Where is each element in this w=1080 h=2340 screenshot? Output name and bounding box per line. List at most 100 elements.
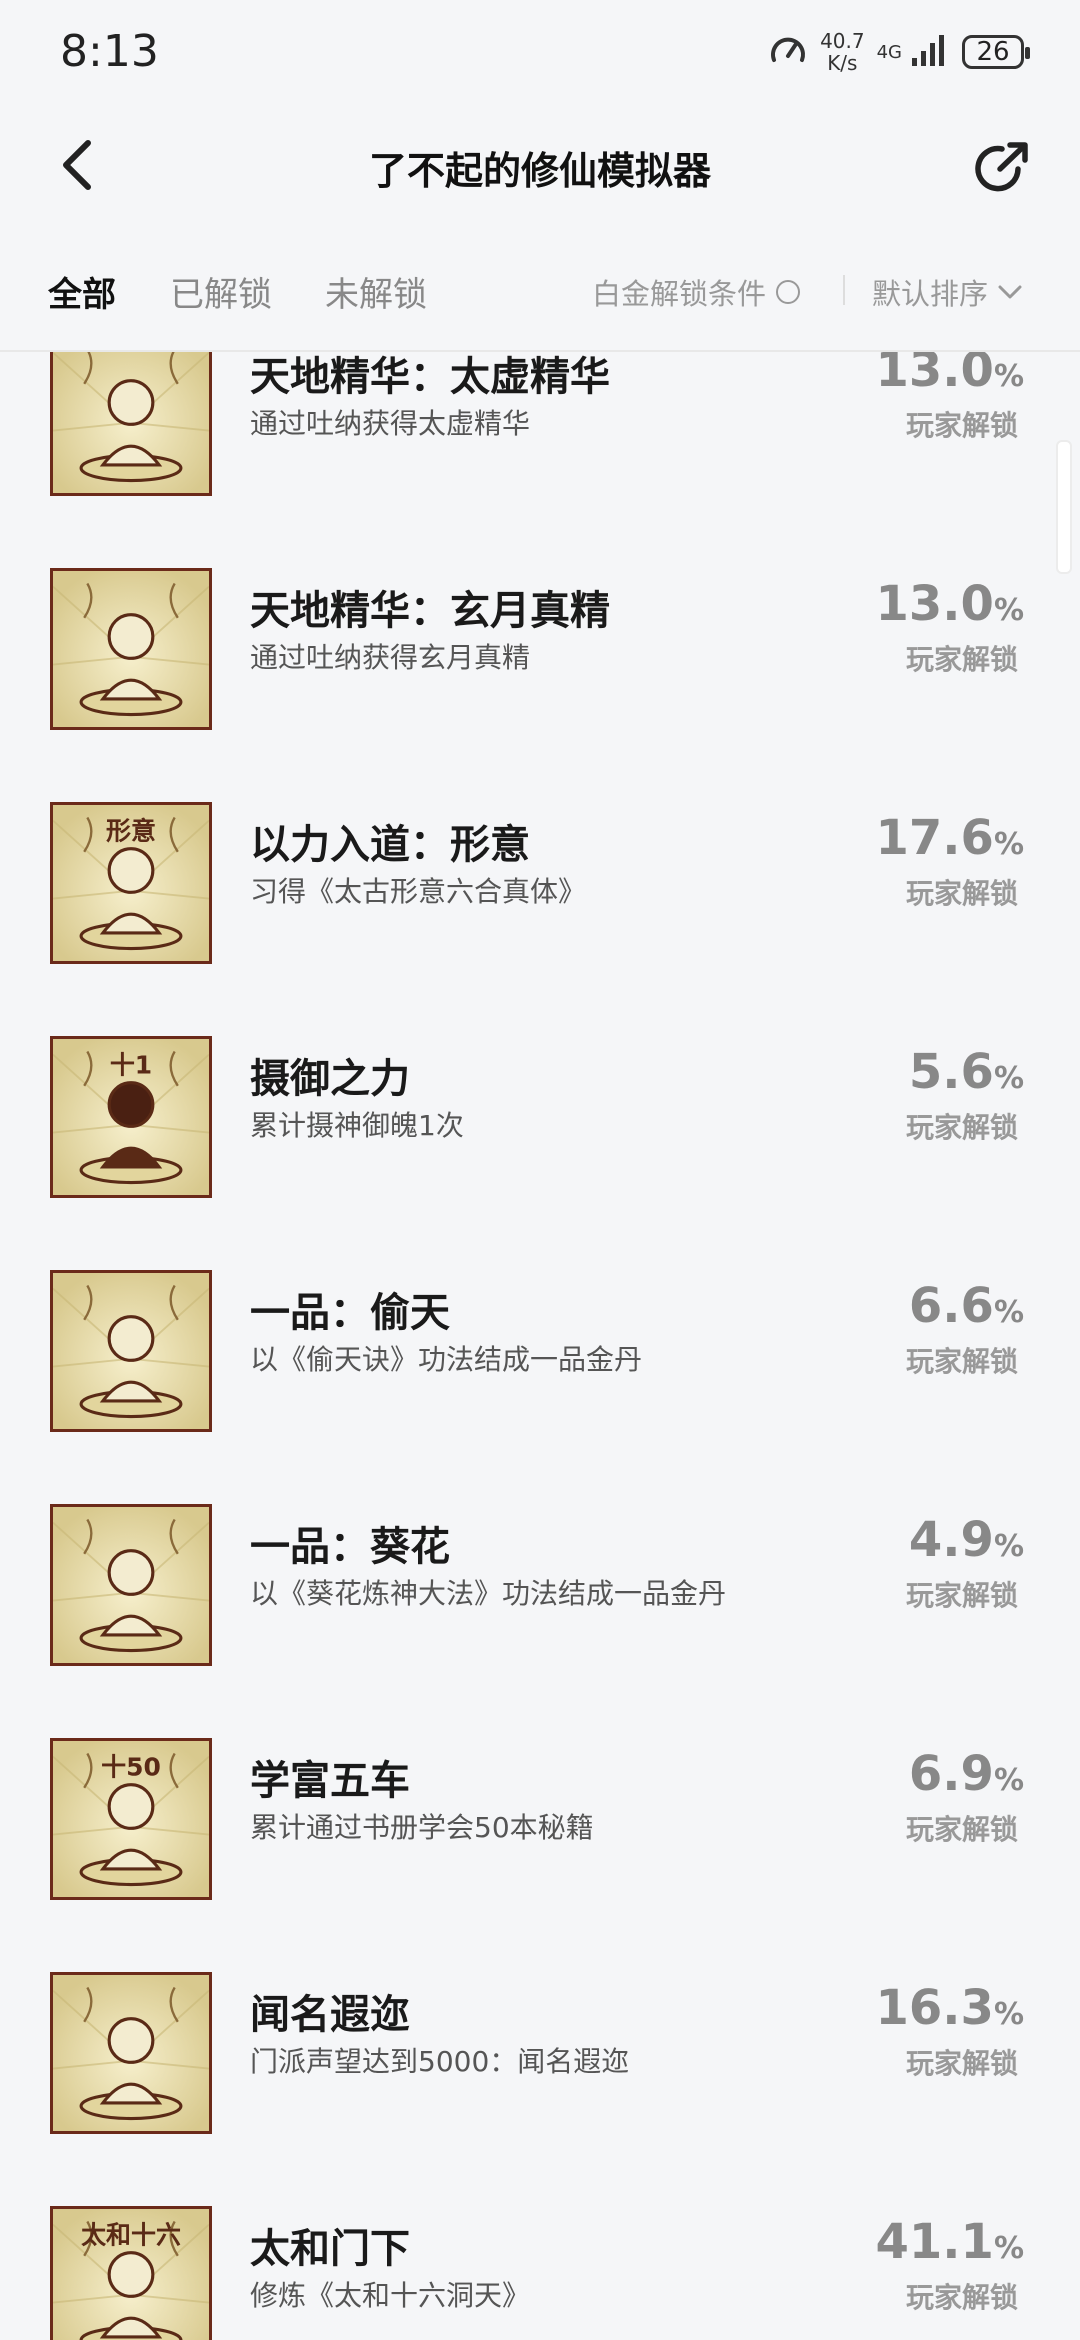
achievement-row[interactable]: 天地精华：太虚精华通过吐纳获得太虚精华 13.0% 玩家解锁 xyxy=(0,352,1080,568)
percent-symbol: % xyxy=(993,1295,1024,1330)
percent-symbol: % xyxy=(993,1061,1024,1096)
achievement-description: 修炼《太和十六洞天》 xyxy=(250,2279,531,2312)
filter-tabs: 全部 已解锁 未解锁 白金解锁条件 默认排序 xyxy=(0,245,1080,355)
tab-unlocked[interactable]: 已解锁 xyxy=(170,267,272,316)
achievement-row[interactable]: 天地精华：玄月真精 通过吐纳获得玄月真精 13.0% 玩家解锁 xyxy=(0,568,1080,802)
meditating-figure-icon xyxy=(50,568,212,730)
sort-label: 默认排序 xyxy=(872,277,989,311)
unlock-percentage: 13.0% xyxy=(876,352,1025,398)
unlock-percentage: 16.3% xyxy=(876,1980,1025,2036)
achievement-description: 累计通过书册学会50本秘籍 xyxy=(250,1811,594,1844)
platinum-filter-label: 白金解锁条件 xyxy=(592,277,767,311)
achievement-title: 一品：葵花 xyxy=(250,1524,450,1570)
achievement-illustration xyxy=(53,1507,209,1663)
calligraphy-figure-icon: 形意 xyxy=(50,802,212,964)
scrollbar[interactable] xyxy=(1056,440,1072,574)
network-speed: 40.7 K/s xyxy=(820,30,865,74)
achievement-description: 通过吐纳获得太虚精华 xyxy=(250,407,531,440)
achievement-title: 摄御之力 xyxy=(250,1056,410,1102)
speed-value: 40.7 xyxy=(820,29,865,53)
players-unlocked-label: 玩家解锁 xyxy=(905,1345,1018,1378)
achievement-illustration: 太和十六 xyxy=(53,2209,209,2340)
percent-symbol: % xyxy=(993,1997,1024,2032)
share-button[interactable] xyxy=(972,139,1032,199)
figure-pedestal-icon xyxy=(50,1270,212,1432)
figure-pedestal-icon xyxy=(50,1504,212,1666)
players-unlocked-label: 玩家解锁 xyxy=(905,1579,1018,1612)
battery-icon: 26 xyxy=(962,35,1030,69)
achievement-title: 学富五车 xyxy=(250,1758,410,1804)
achievement-row[interactable]: 形意 以力入道：形意习得《太古形意六合真体》 17.6% 玩家解锁 xyxy=(0,802,1080,1036)
battery-level: 26 xyxy=(976,37,1010,67)
status-bar: 8:13 40.7 K/s 4G 26 xyxy=(0,0,1080,105)
tab-locked[interactable]: 未解锁 xyxy=(325,267,427,316)
achievement-illustration xyxy=(53,571,209,727)
illustration-caption: 太和十六 xyxy=(81,2220,181,2249)
achievement-title: 天地精华：太虚精华 xyxy=(250,354,610,400)
unlock-percentage: 41.1% xyxy=(876,2214,1025,2270)
players-unlocked-label: 玩家解锁 xyxy=(905,409,1018,442)
tab-all[interactable]: 全部 xyxy=(48,267,116,316)
share-icon xyxy=(975,142,1028,192)
illustration-caption: 十50 xyxy=(101,1752,161,1781)
meditating-figure-icon xyxy=(50,352,212,496)
achievement-description: 习得《太古形意六合真体》 xyxy=(250,875,587,908)
dark-figure-pedestal-icon: 十1 xyxy=(50,1036,212,1198)
unlock-percentage: 17.6% xyxy=(876,810,1025,866)
achievement-list[interactable]: 天地精华：太虚精华 通过吐纳获得太虚精华 13.0% 玩家解锁 天地精华：玄月真精 通过吐… xyxy=(0,352,1080,2340)
achievement-description: 以《葵花炼神大法》功法结成一品金丹 xyxy=(250,1577,727,1610)
achievement-title: 太和门下 xyxy=(250,2226,410,2272)
achievement-description: 累计摄神御魄1次 xyxy=(250,1109,464,1142)
achievement-row[interactable]: 太和十六 太和门下修炼《太和十六洞天》 41.1% 玩家解锁 xyxy=(0,2206,1080,2340)
app-header: 了不起的修仙模拟器 xyxy=(0,105,1080,225)
percent-symbol: % xyxy=(993,359,1024,394)
percent-symbol: % xyxy=(993,1763,1024,1798)
unlock-percentage: 5.6% xyxy=(909,1044,1024,1100)
speed-unit: K/s xyxy=(827,51,858,75)
players-unlocked-label: 玩家解锁 xyxy=(905,877,1018,910)
achievement-illustration xyxy=(53,1273,209,1429)
players-unlocked-label: 玩家解锁 xyxy=(905,2281,1018,2314)
platinum-filter-toggle[interactable]: 白金解锁条件 xyxy=(592,271,801,313)
unlock-percentage: 13.0% xyxy=(876,576,1025,632)
percentage-value: 13.0 xyxy=(875,352,994,398)
achievement-row[interactable]: 十50 学富五车累计通过书册学会50本秘籍 6.9% 玩家解锁 xyxy=(0,1738,1080,1972)
page-title: 了不起的修仙模拟器 xyxy=(368,149,711,193)
percentage-value: 6.9 xyxy=(908,1746,994,1802)
achievement-title: 一品：偷天 xyxy=(250,1290,450,1336)
players-unlocked-label: 玩家解锁 xyxy=(905,1813,1018,1846)
speedometer-icon xyxy=(768,30,808,74)
achievement-description: 门派声望达到5000：闻名遐迩 xyxy=(250,2045,630,2078)
percentage-value: 41.1 xyxy=(875,2214,994,2270)
achievement-illustration: 十50 xyxy=(53,1741,209,1897)
illustration-caption: 形意 xyxy=(106,816,156,845)
achievement-title: 闻名遐迩 xyxy=(250,1992,410,2038)
achievement-row[interactable]: 一品：偷天 以《偷天诀》功法结成一品金丹 6.6% 玩家解锁 xyxy=(0,1270,1080,1504)
percent-symbol: % xyxy=(993,593,1024,628)
percentage-value: 6.6 xyxy=(908,1278,994,1334)
percent-symbol: % xyxy=(993,827,1024,862)
achievement-title: 以力入道：形意 xyxy=(250,822,530,868)
unlock-percentage: 6.9% xyxy=(909,1746,1024,1802)
status-time: 8:13 xyxy=(60,26,159,77)
unlock-percentage: 6.6% xyxy=(909,1278,1024,1334)
percentage-value: 17.6 xyxy=(875,810,994,866)
percentage-value: 13.0 xyxy=(875,576,994,632)
network-type: 4G xyxy=(876,41,902,63)
achievement-illustration xyxy=(53,1975,209,2131)
players-unlocked-label: 玩家解锁 xyxy=(905,1111,1018,1144)
achievement-row[interactable]: 十1 摄御之力累计摄神御魄1次 5.6% 玩家解锁 xyxy=(0,1036,1080,1270)
percentage-value: 16.3 xyxy=(875,1980,994,2036)
radio-icon xyxy=(776,280,801,304)
books-icon: 十50 xyxy=(50,1738,212,1900)
scroll-figure-icon: 太和十六 xyxy=(50,2206,212,2340)
clouds-figure-icon xyxy=(50,1972,212,2134)
percentage-value: 4.9 xyxy=(908,1512,994,1568)
percent-symbol: % xyxy=(993,2231,1024,2266)
achievement-title: 天地精华：玄月真精 xyxy=(250,588,610,634)
percent-symbol: % xyxy=(993,1529,1024,1564)
achievement-row[interactable]: 一品：葵花以《葵花炼神大法》功法结成一品金丹 4.9% 玩家解锁 xyxy=(0,1504,1080,1738)
sort-dropdown[interactable]: 默认排序 xyxy=(872,271,1024,313)
achievement-row[interactable]: 闻名遐迩门派声望达到5000：闻名遐迩 16.3% 玩家解锁 xyxy=(0,1972,1080,2206)
players-unlocked-label: 玩家解锁 xyxy=(905,2047,1018,2080)
